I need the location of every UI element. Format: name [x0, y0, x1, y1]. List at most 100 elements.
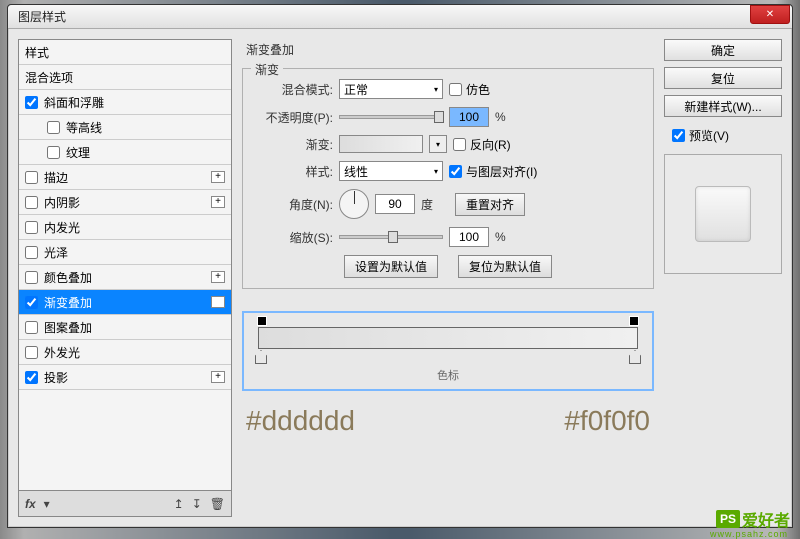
slider-handle[interactable]: [388, 231, 398, 243]
color-overlay-checkbox[interactable]: [25, 271, 38, 284]
blend-mode-select[interactable]: 正常 ▾: [339, 79, 443, 99]
styles-panel: 样式 混合选项 斜面和浮雕 等高线 纹理 描边 内阴影 内发光 光泽 颜色叠加 …: [18, 39, 232, 517]
stroke-checkbox[interactable]: [25, 171, 38, 184]
outer-glow-label: 外发光: [44, 344, 225, 361]
trash-icon[interactable]: 🗑: [210, 497, 225, 511]
styles-list: 样式 混合选项 斜面和浮雕 等高线 纹理 描边 内阴影 内发光 光泽 颜色叠加 …: [18, 39, 232, 491]
chevron-down-icon[interactable]: ▾: [44, 497, 50, 511]
inner-shadow-add-icon[interactable]: [211, 196, 225, 208]
style-item-color-overlay[interactable]: 颜色叠加: [19, 265, 231, 290]
inner-glow-checkbox[interactable]: [25, 221, 38, 234]
style-item-contour[interactable]: 等高线: [19, 115, 231, 140]
gradient-picker-button[interactable]: ▾: [429, 135, 447, 153]
reset-align-button[interactable]: 重置对齐: [455, 193, 525, 216]
watermark-url: www.psahz.com: [710, 529, 788, 539]
style-item-bevel[interactable]: 斜面和浮雕: [19, 90, 231, 115]
fx-menu-icon[interactable]: fx: [25, 497, 36, 511]
set-default-button[interactable]: 设置为默认值: [344, 255, 438, 278]
outer-glow-checkbox[interactable]: [25, 346, 38, 359]
angle-label: 角度(N):: [253, 196, 333, 213]
opacity-unit: %: [495, 110, 506, 124]
gradient-editor-label: 色标: [258, 367, 638, 383]
bevel-label: 斜面和浮雕: [44, 94, 225, 111]
texture-checkbox[interactable]: [47, 146, 60, 159]
style-item-texture[interactable]: 纹理: [19, 140, 231, 165]
slider-handle[interactable]: [434, 111, 444, 123]
texture-label: 纹理: [66, 144, 225, 161]
contour-checkbox[interactable]: [47, 121, 60, 134]
drop-shadow-label: 投影: [44, 369, 211, 386]
color-overlay-add-icon[interactable]: [211, 271, 225, 283]
gradient-editor[interactable]: 色标: [242, 311, 654, 391]
opacity-input[interactable]: [449, 107, 489, 127]
inner-shadow-checkbox[interactable]: [25, 196, 38, 209]
styles-header[interactable]: 样式: [19, 40, 231, 65]
move-down-icon[interactable]: ↧: [192, 497, 202, 511]
blend-options-header[interactable]: 混合选项: [19, 65, 231, 90]
color-overlay-label: 颜色叠加: [44, 269, 211, 286]
gradient-label: 渐变:: [253, 136, 333, 153]
gradient-bar[interactable]: [258, 327, 638, 349]
opacity-stop-right[interactable]: [629, 316, 639, 326]
style-item-outer-glow[interactable]: 外发光: [19, 340, 231, 365]
dither-checkbox[interactable]: [449, 83, 462, 96]
drop-shadow-add-icon[interactable]: [211, 371, 225, 383]
color-left-hint: #dddddd: [246, 405, 355, 437]
preview-checkbox[interactable]: [672, 129, 685, 142]
chevron-updown-icon: ▾: [434, 85, 438, 94]
close-button[interactable]: [750, 5, 790, 24]
satin-label: 光泽: [44, 244, 225, 261]
cancel-button[interactable]: 复位: [664, 67, 782, 89]
style-label: 样式:: [253, 163, 333, 180]
satin-checkbox[interactable]: [25, 246, 38, 259]
scale-input[interactable]: [449, 227, 489, 247]
style-item-drop-shadow[interactable]: 投影: [19, 365, 231, 390]
contour-label: 等高线: [66, 119, 225, 136]
preview-box: [664, 154, 782, 274]
style-item-inner-glow[interactable]: 内发光: [19, 215, 231, 240]
scale-slider[interactable]: [339, 235, 443, 239]
angle-unit: 度: [421, 196, 433, 213]
scale-label: 缩放(S):: [253, 229, 333, 246]
style-item-stroke[interactable]: 描边: [19, 165, 231, 190]
style-item-satin[interactable]: 光泽: [19, 240, 231, 265]
color-stop-right[interactable]: [629, 350, 641, 364]
reverse-label: 反向(R): [470, 136, 511, 153]
pattern-overlay-checkbox[interactable]: [25, 321, 38, 334]
watermark-text: 爱好者: [742, 507, 790, 531]
style-select[interactable]: 线性▾: [339, 161, 443, 181]
blend-mode-value: 正常: [344, 81, 368, 98]
blend-mode-label: 混合模式:: [253, 81, 333, 98]
style-item-gradient-overlay[interactable]: 渐变叠加: [19, 290, 231, 315]
styles-label: 样式: [25, 44, 225, 61]
stroke-add-icon[interactable]: [211, 171, 225, 183]
style-item-inner-shadow[interactable]: 内阴影: [19, 190, 231, 215]
angle-input[interactable]: [375, 194, 415, 214]
angle-dial[interactable]: [339, 189, 369, 219]
ok-button[interactable]: 确定: [664, 39, 782, 61]
pattern-overlay-label: 图案叠加: [44, 319, 225, 336]
drop-shadow-checkbox[interactable]: [25, 371, 38, 384]
opacity-stop-left[interactable]: [257, 316, 267, 326]
style-item-pattern-overlay[interactable]: 图案叠加: [19, 315, 231, 340]
inner-shadow-label: 内阴影: [44, 194, 211, 211]
reset-default-button[interactable]: 复位为默认值: [458, 255, 552, 278]
align-checkbox[interactable]: [449, 165, 462, 178]
titlebar[interactable]: 图层样式: [8, 5, 792, 29]
gradient-preview[interactable]: [339, 135, 423, 153]
color-hint-row: #dddddd #f0f0f0: [242, 405, 654, 437]
align-label: 与图层对齐(I): [466, 163, 537, 180]
bevel-checkbox[interactable]: [25, 96, 38, 109]
reverse-checkbox[interactable]: [453, 138, 466, 151]
gradient-overlay-checkbox[interactable]: [25, 296, 38, 309]
new-style-button[interactable]: 新建样式(W)...: [664, 95, 782, 117]
styles-toolbar: fx ▾ ↥ ↧ 🗑: [18, 491, 232, 517]
gradient-overlay-add-icon[interactable]: [211, 296, 225, 308]
opacity-slider[interactable]: [339, 115, 443, 119]
stroke-label: 描边: [44, 169, 211, 186]
action-panel: 确定 复位 新建样式(W)... 预览(V): [664, 39, 782, 517]
options-panel: 渐变叠加 渐变 混合模式: 正常▾ 仿色 不透明度(P): % 渐变:: [242, 39, 654, 517]
group-legend: 渐变: [251, 61, 283, 78]
color-stop-left[interactable]: [255, 350, 267, 364]
move-up-icon[interactable]: ↥: [174, 497, 184, 511]
